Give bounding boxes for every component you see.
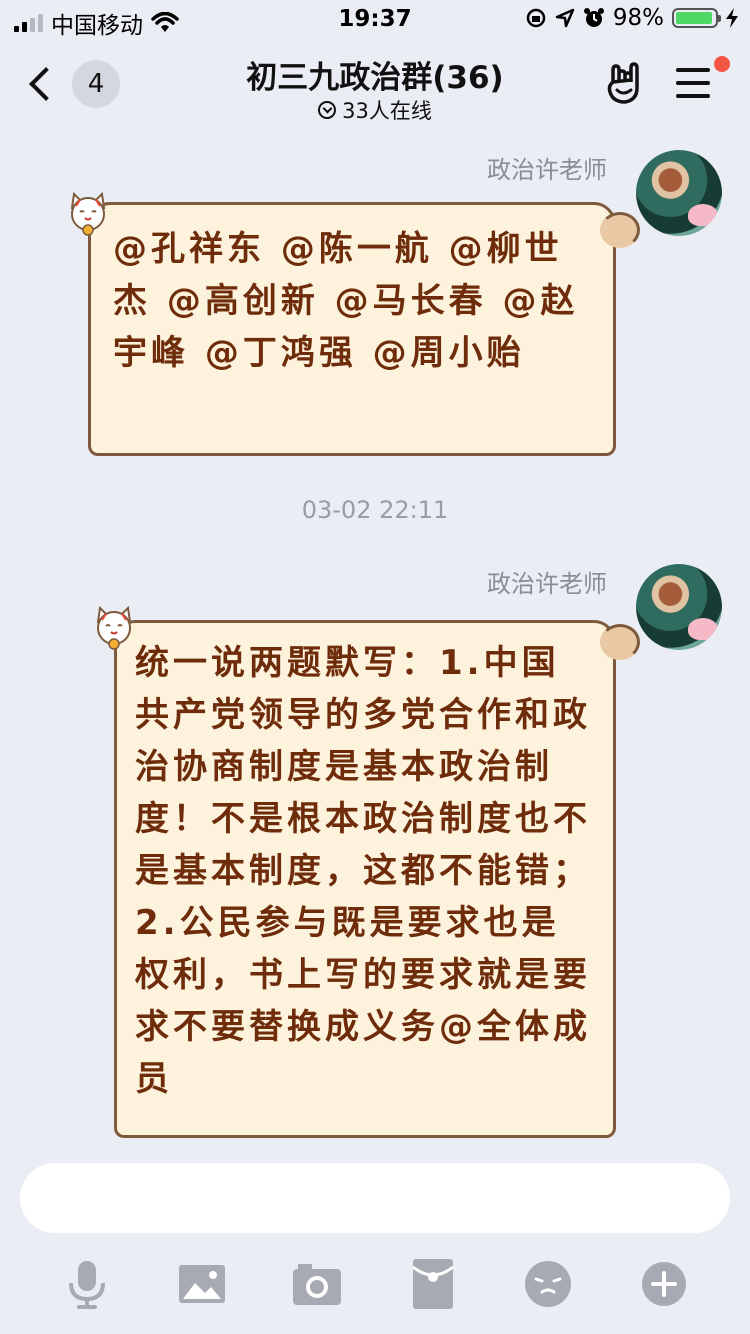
gesture-hand-icon[interactable] [605, 62, 645, 106]
message-bubble[interactable]: 统一说两题默写：1.中国共产党领导的多党合作和政治协商制度是基本政治制度！不是根… [114, 620, 616, 1138]
battery-icon [672, 8, 721, 28]
message-bubble[interactable]: @孔祥东 @陈一航 @柳世杰 @高创新 @马长春 @赵宇峰 @丁鸿强 @周小贻 [88, 202, 616, 456]
scroll-curl-decoration [600, 212, 640, 248]
chat-area[interactable]: 政治许老师 @孔祥东 @陈一航 @柳世杰 @高创新 @马长春 @赵宇峰 @丁鸿强… [0, 130, 750, 1145]
message-sender: 政治许老师 [487, 570, 607, 598]
message-input[interactable] [20, 1163, 730, 1233]
online-count: 33人在线 [342, 99, 432, 123]
emoji-icon[interactable] [521, 1257, 575, 1311]
camera-icon[interactable] [290, 1257, 344, 1311]
avatar[interactable] [636, 564, 722, 650]
battery-percent: 98% [612, 5, 664, 31]
avatar[interactable] [636, 150, 722, 236]
status-bar: 中国移动 19:37 98% [0, 0, 750, 40]
charging-icon [726, 8, 738, 28]
nav-bar: 4 初三九政治群(36) 33人在线 [0, 40, 750, 130]
message-sender: 政治许老师 [487, 156, 607, 184]
location-icon [555, 8, 575, 28]
menu-icon[interactable] [676, 68, 710, 100]
lucky-cat-icon [96, 605, 132, 650]
input-toolbar [0, 1257, 750, 1317]
notification-dot [714, 56, 730, 72]
rotation-lock-icon [526, 8, 546, 28]
image-icon[interactable] [175, 1257, 229, 1311]
message-text: @孔祥东 @陈一航 @柳世杰 @高创新 @马长春 @赵宇峰 @丁鸿强 @周小贻 [113, 229, 579, 373]
red-packet-icon[interactable] [406, 1257, 460, 1311]
input-bar [0, 1145, 750, 1334]
chevron-down-circle-icon [318, 101, 337, 119]
scroll-curl-decoration [600, 624, 640, 660]
microphone-icon[interactable] [60, 1257, 114, 1311]
timestamp-separator: 03-02 22:11 [301, 496, 449, 524]
message-text: 统一说两题默写：1.中国共产党领导的多党合作和政治协商制度是基本政治制度！不是根… [135, 643, 591, 1099]
alarm-icon [583, 8, 604, 27]
lucky-cat-icon [70, 191, 106, 236]
plus-icon[interactable] [637, 1257, 691, 1311]
status-right: 98% [525, 5, 738, 31]
